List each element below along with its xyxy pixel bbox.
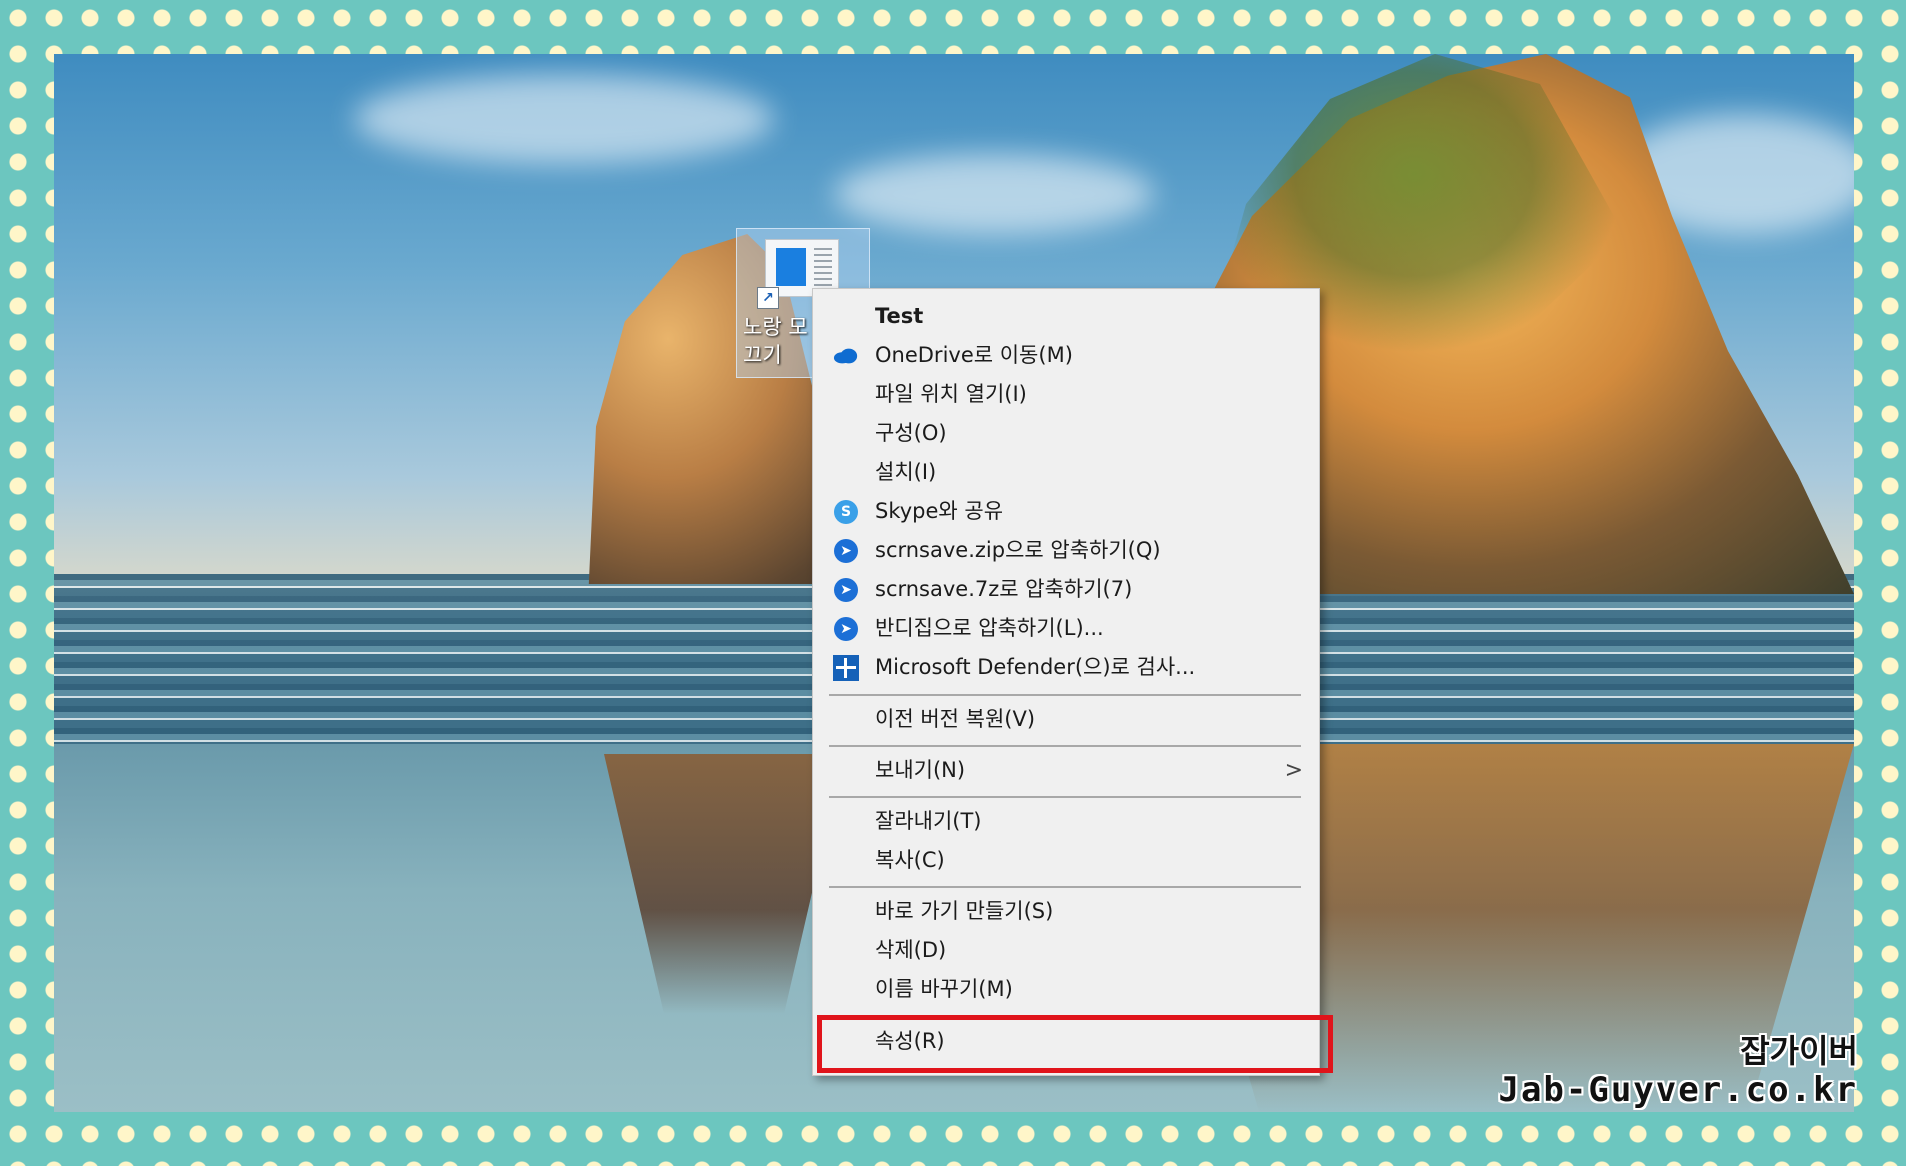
watermark-korean: 잡가이버 [1740, 1032, 1858, 1070]
menu-item-label: 복사(C) [875, 848, 945, 872]
skype-icon: S [833, 499, 859, 525]
menu-item-onedrive[interactable]: OneDrive로 이동(M) [813, 336, 1319, 374]
menu-item-create-shortcut[interactable]: 바로 가기 만들기(S) [813, 892, 1319, 930]
menu-item-rename[interactable]: 이름 바꾸기(M) [813, 970, 1319, 1008]
menu-separator [829, 886, 1301, 888]
menu-item-open-file-location[interactable]: 파일 위치 열기(I) [813, 375, 1319, 413]
menu-item-label: 보내기(N) [875, 758, 966, 782]
menu-item-label: 잘라내기(T) [875, 809, 982, 833]
context-menu: Test OneDrive로 이동(M) 파일 위치 열기(I) 구성(O) 설… [812, 288, 1320, 1076]
watermark: 잡가이버 Jab-Guyver.co.kr [1498, 1032, 1858, 1110]
menu-item-label: scrnsave.zip으로 압축하기(Q) [875, 538, 1161, 562]
menu-item-configure[interactable]: 구성(O) [813, 414, 1319, 452]
menu-item-test[interactable]: Test [813, 297, 1319, 335]
menu-item-send-to[interactable]: 보내기(N) > [813, 751, 1319, 789]
menu-separator [829, 694, 1301, 696]
bandizip-icon: ➤ [833, 577, 859, 603]
properties-highlight-box [817, 1015, 1333, 1073]
chevron-right-icon: > [1284, 758, 1303, 783]
menu-item-share-skype[interactable]: S Skype와 공유 [813, 492, 1319, 530]
menu-item-delete[interactable]: 삭제(D) [813, 931, 1319, 969]
onedrive-cloud-icon [833, 343, 859, 369]
menu-item-compress-7z[interactable]: ➤ scrnsave.7z로 압축하기(7) [813, 570, 1319, 608]
menu-item-label: OneDrive로 이동(M) [875, 343, 1073, 367]
menu-separator [829, 745, 1301, 747]
menu-item-label: Skype와 공유 [875, 499, 1004, 523]
menu-item-cut[interactable]: 잘라내기(T) [813, 802, 1319, 840]
watermark-url: Jab-Guyver.co.kr [1498, 1070, 1858, 1110]
menu-item-label: 반디집으로 압축하기(L)... [875, 616, 1104, 640]
shortcut-arrow-icon: ↗ [757, 287, 779, 309]
menu-item-copy[interactable]: 복사(C) [813, 841, 1319, 879]
menu-item-restore-previous-versions[interactable]: 이전 버전 복원(V) [813, 700, 1319, 738]
menu-item-label: Microsoft Defender(으)로 검사... [875, 655, 1196, 679]
menu-item-label: 파일 위치 열기(I) [875, 382, 1027, 406]
bandizip-icon: ➤ [833, 538, 859, 564]
menu-item-label: Test [875, 304, 924, 328]
menu-item-label: 바로 가기 만들기(S) [875, 899, 1054, 923]
menu-separator [829, 796, 1301, 798]
menu-item-defender-scan[interactable]: Microsoft Defender(으)로 검사... [813, 648, 1319, 686]
defender-shield-icon [833, 655, 859, 681]
cloud [354, 74, 774, 164]
cloud [834, 154, 1154, 234]
bandizip-icon: ➤ [833, 616, 859, 642]
menu-item-label: 구성(O) [875, 421, 947, 445]
menu-item-label: 이름 바꾸기(M) [875, 977, 1013, 1001]
menu-item-compress-bandizip[interactable]: ➤ 반디집으로 압축하기(L)... [813, 609, 1319, 647]
menu-item-label: 삭제(D) [875, 938, 947, 962]
menu-item-label: 설치(I) [875, 460, 937, 484]
menu-item-label: 이전 버전 복원(V) [875, 707, 1036, 731]
menu-item-label: scrnsave.7z로 압축하기(7) [875, 577, 1133, 601]
menu-item-install[interactable]: 설치(I) [813, 453, 1319, 491]
menu-item-compress-zip[interactable]: ➤ scrnsave.zip으로 압축하기(Q) [813, 531, 1319, 569]
